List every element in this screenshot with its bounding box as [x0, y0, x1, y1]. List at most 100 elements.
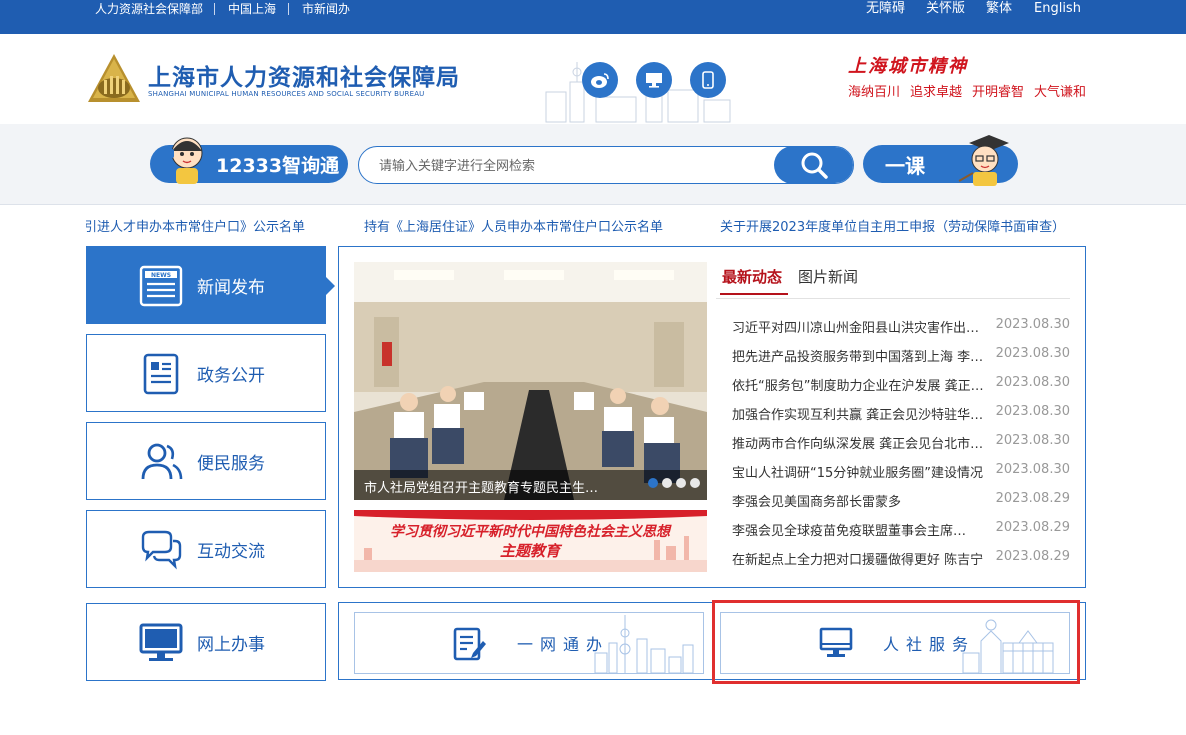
ticker-item[interactable]: 引进人才申办本市常住户口》公示名单: [86, 216, 305, 235]
chat-icon: [141, 530, 182, 570]
weibo-icon: [591, 73, 609, 88]
news-item[interactable]: 在新起点上全力把对口援疆做得更好 陈吉宁 2023.08.29: [732, 549, 1070, 569]
divider: [0, 204, 1186, 205]
teacher-avatar-icon: [958, 135, 1009, 186]
news-title[interactable]: 习近平对四川凉山州金阳县山洪灾害作出重要指示: [732, 317, 990, 336]
svg-text:NEWS: NEWS: [151, 272, 171, 279]
theme-education-banner[interactable]: 学习贯彻习近平新时代中国特色社会主义思想 主题教育: [354, 510, 707, 572]
nav-public-services[interactable]: 便民服务: [86, 422, 326, 500]
tab-active-underline: [720, 293, 788, 295]
news-date: 2023.08.29: [995, 549, 1070, 564]
nav-label: 政务公开: [197, 366, 265, 386]
nav-government-affairs[interactable]: 政务公开: [86, 334, 326, 412]
carousel-dot[interactable]: [662, 478, 672, 488]
link-english[interactable]: English: [1034, 0, 1081, 20]
divider: [214, 3, 215, 15]
ticker-item[interactable]: 关于开展2023年度单位自主用工申报（劳动保障书面审查）: [720, 216, 1065, 235]
monitor-icon: [139, 623, 183, 661]
link-china-shanghai[interactable]: 中国上海: [228, 0, 276, 20]
news-title[interactable]: 加强合作实现互利共赢 龚正会见沙特驻华大使: [732, 404, 990, 423]
news-title[interactable]: 把先进产品投资服务带到中国落到上海 李强会见: [732, 346, 990, 365]
meeting-photo-icon: [354, 262, 707, 500]
ticker-item[interactable]: 持有《上海居住证》人员申办本市常住户口公示名单: [364, 216, 663, 235]
news-item[interactable]: 推动两市合作向纵深发展 龚正会见台北市副市长 2023.08.30: [732, 433, 1070, 453]
divider: [288, 3, 289, 15]
one-course-label: 一课: [885, 154, 925, 178]
carousel-dot[interactable]: [648, 478, 658, 488]
nav-interaction[interactable]: 互动交流: [86, 510, 326, 588]
top-bar: 人力资源社会保障部 中国上海 市新闻办 无障碍 关怀版 繁体 English: [0, 0, 1186, 34]
spirit-word: 海纳百川: [848, 85, 901, 100]
news-item[interactable]: 宝山人社调研“15分钟就业服务圈”建设情况 2023.08.30: [732, 462, 1070, 482]
link-traditional[interactable]: 繁体: [986, 0, 1012, 20]
news-date: 2023.08.29: [995, 491, 1070, 506]
news-item[interactable]: 习近平对四川凉山州金阳县山洪灾害作出重要指示 2023.08.30: [732, 317, 1070, 337]
news-date: 2023.08.30: [995, 317, 1070, 332]
news-title[interactable]: 推动两市合作向纵深发展 龚正会见台北市副市长: [732, 433, 990, 452]
carousel-dot[interactable]: [690, 478, 700, 488]
news-date: 2023.08.29: [995, 520, 1070, 535]
news-date: 2023.08.30: [995, 346, 1070, 361]
carousel-dot[interactable]: [676, 478, 686, 488]
news-item[interactable]: 李强会见美国商务部长雷蒙多 2023.08.29: [732, 491, 1070, 511]
nav-label: 新闻发布: [197, 278, 265, 298]
site-header: 上海市人力资源和社会保障局 SHANGHAI MUNICIPAL HUMAN R…: [0, 34, 1186, 124]
search-box: [358, 146, 854, 184]
nav-news-release[interactable]: NEWS 新闻发布: [86, 246, 326, 324]
weibo-button[interactable]: [582, 62, 618, 98]
city-spirit-words: 海纳百川 追求卓越 开明睿智 大气谦和: [848, 81, 1096, 100]
news-date: 2023.08.30: [995, 433, 1070, 448]
site-title-en: SHANGHAI MUNICIPAL HUMAN RESOURCES AND S…: [148, 90, 425, 98]
news-title[interactable]: 在新起点上全力把对口援疆做得更好 陈吉宁: [732, 549, 990, 568]
nav-label: 便民服务: [197, 454, 265, 474]
link-elderly-mode[interactable]: 关怀版: [926, 0, 965, 20]
news-title[interactable]: 宝山人社调研“15分钟就业服务圈”建设情况: [732, 462, 990, 481]
site-title[interactable]: 上海市人力资源和社会保障局: [148, 58, 460, 92]
link-press-office[interactable]: 市新闻办: [302, 0, 350, 20]
tab-photo-news[interactable]: 图片新闻: [798, 266, 858, 287]
divider: [716, 298, 1070, 299]
link-accessibility[interactable]: 无障碍: [866, 0, 905, 20]
news-item[interactable]: 李强会见全球疫苗免疫联盟董事会主席… 2023.08.29: [732, 520, 1070, 540]
theme-banner-icon: 学习贯彻习近平新时代中国特色社会主义思想 主题教育: [354, 510, 707, 572]
service-label: 一网通办: [517, 635, 610, 654]
spirit-word: 追求卓越: [910, 85, 963, 100]
nav-active-arrow: [326, 277, 335, 295]
spirit-word: 大气谦和: [1034, 85, 1087, 100]
news-item[interactable]: 加强合作实现互利共赢 龚正会见沙特驻华大使 2023.08.30: [732, 404, 1070, 424]
news-date: 2023.08.30: [995, 375, 1070, 390]
people-icon: [141, 443, 183, 480]
banner-line-2: 主题教育: [500, 542, 563, 560]
notice-ticker: 引进人才申办本市常住户口》公示名单 持有《上海居住证》人员申办本市常住户口公示名…: [86, 216, 1086, 236]
tab-latest-news[interactable]: 最新动态: [722, 266, 782, 287]
carousel-caption-text: 市人社局党组召开主题教育专题民主生…: [364, 481, 599, 496]
search-input[interactable]: [377, 155, 761, 177]
carousel-photo[interactable]: [354, 262, 707, 500]
highlight-box: [712, 600, 1080, 684]
desktop-version-button[interactable]: [636, 62, 672, 98]
mobile-version-button[interactable]: [690, 62, 726, 98]
form-edit-icon: [453, 627, 486, 661]
news-date: 2023.08.30: [995, 462, 1070, 477]
document-icon: [143, 353, 179, 395]
nav-label: 互动交流: [197, 542, 265, 562]
hotline-label: 12333智询通: [216, 155, 340, 177]
customer-service-avatar-icon: [170, 137, 203, 184]
news-icon: NEWS: [139, 265, 183, 307]
hotline-12333-button[interactable]: 12333智询通: [150, 137, 348, 184]
news-item[interactable]: 把先进产品投资服务带到中国落到上海 李强会见 2023.08.30: [732, 346, 1070, 366]
mobile-icon: [702, 71, 714, 89]
one-network-service-button[interactable]: 一网通办: [354, 612, 704, 674]
desktop-icon: [646, 73, 662, 88]
logo-emblem-icon[interactable]: [86, 52, 142, 104]
nav-online-services[interactable]: 网上办事: [86, 603, 326, 681]
search-button[interactable]: [774, 147, 853, 183]
news-title[interactable]: 李强会见美国商务部长雷蒙多: [732, 491, 990, 510]
banner-line-1: 学习贯彻习近平新时代中国特色社会主义思想: [390, 523, 672, 540]
link-mohrss[interactable]: 人力资源社会保障部: [95, 0, 203, 20]
news-title[interactable]: 李强会见全球疫苗免疫联盟董事会主席…: [732, 520, 990, 539]
news-item[interactable]: 依托“服务包”制度助力企业在沪发展 龚正调研 2023.08.30: [732, 375, 1070, 395]
news-title[interactable]: 依托“服务包”制度助力企业在沪发展 龚正调研: [732, 375, 990, 394]
one-course-button[interactable]: 一课: [863, 135, 1018, 186]
spirit-word: 开明睿智: [972, 85, 1025, 100]
